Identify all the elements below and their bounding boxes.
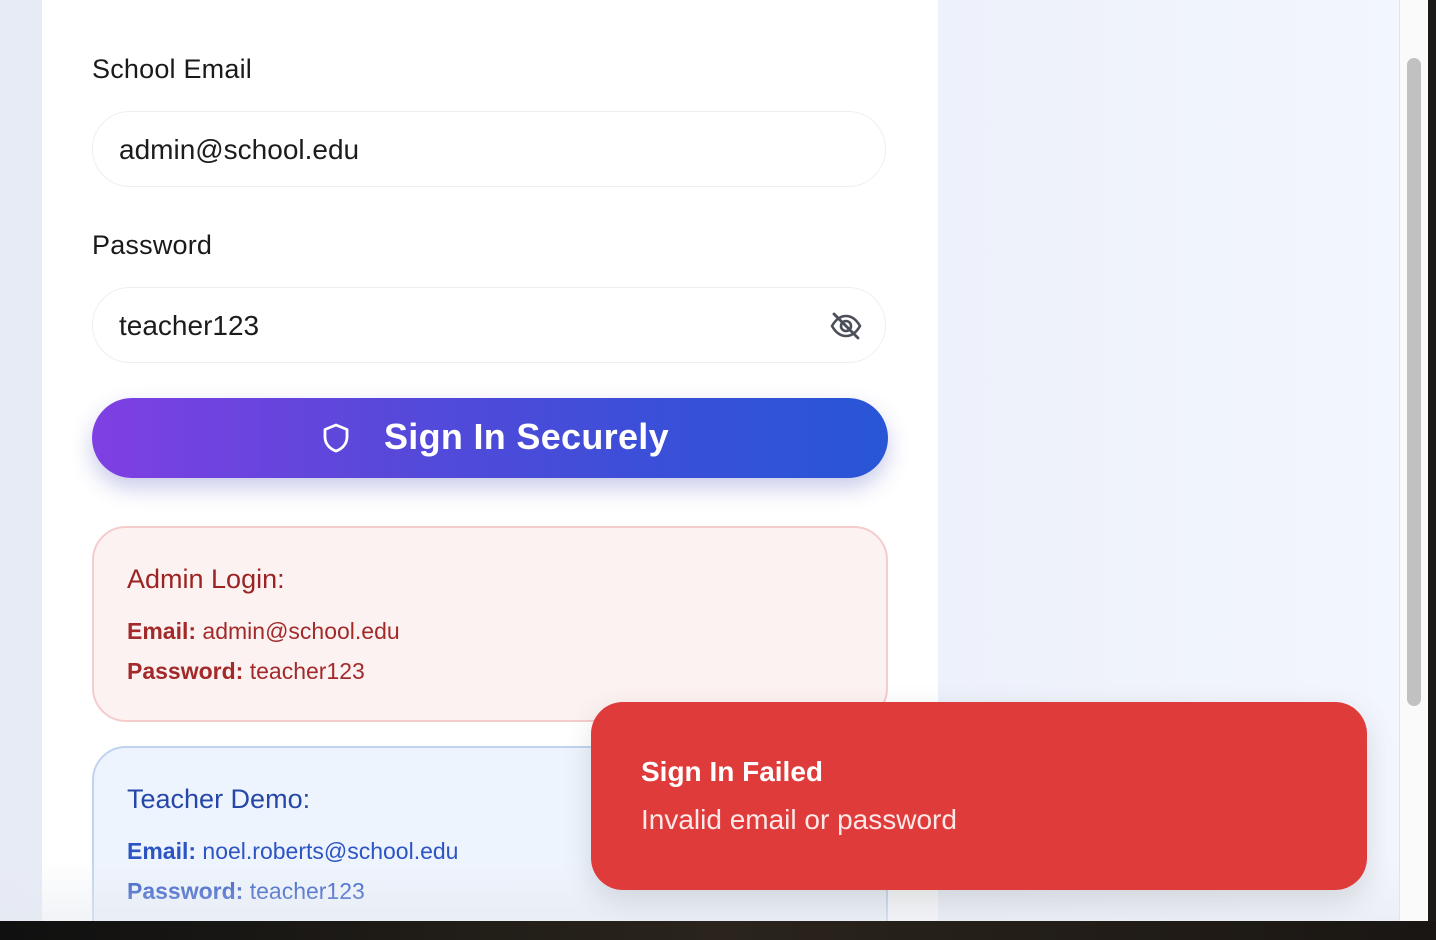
desktop-strip [0,921,1436,940]
password-field[interactable]: teacher123 [92,287,886,363]
sign-in-button-label: Sign In Securely [384,416,669,457]
teacher-password-value: teacher123 [249,878,365,904]
vertical-scrollbar[interactable] [1399,0,1428,921]
admin-demo-title: Admin Login: [127,564,285,594]
teacher-email-value: noel.roberts@school.edu [202,838,459,864]
admin-demo-credentials: Admin Login: Email: admin@school.edu Pas… [92,526,888,722]
email-label: School Email [92,54,252,84]
toast-title: Sign In Failed [641,756,824,787]
admin-password-key: Password: [127,658,244,684]
teacher-demo-title: Teacher Demo: [127,784,311,814]
eye-off-icon[interactable] [829,310,863,342]
teacher-email-key: Email: [127,838,197,864]
email-value: admin@school.edu [119,134,360,165]
admin-demo-password: Password: teacher123 [127,658,365,685]
shield-icon [321,422,351,454]
sign-in-button[interactable]: Sign In Securely [92,398,888,478]
email-field[interactable]: admin@school.edu [92,111,886,187]
toast-message: Invalid email or password [641,804,957,835]
password-value: teacher123 [119,310,260,341]
admin-password-value: teacher123 [249,658,365,684]
teacher-password-key: Password: [127,878,244,904]
admin-email-key: Email: [127,618,197,644]
teacher-demo-password: Password: teacher123 [127,878,365,905]
password-label: Password [92,230,213,260]
page-viewport: School Email admin@school.edu Password t… [0,0,1428,921]
admin-demo-email: Email: admin@school.edu [127,618,400,645]
error-toast[interactable]: Sign In Failed Invalid email or password [591,702,1367,890]
scrollbar-thumb[interactable] [1407,58,1421,706]
teacher-demo-email: Email: noel.roberts@school.edu [127,838,458,865]
admin-email-value: admin@school.edu [202,618,400,644]
window-edge [1428,0,1436,921]
